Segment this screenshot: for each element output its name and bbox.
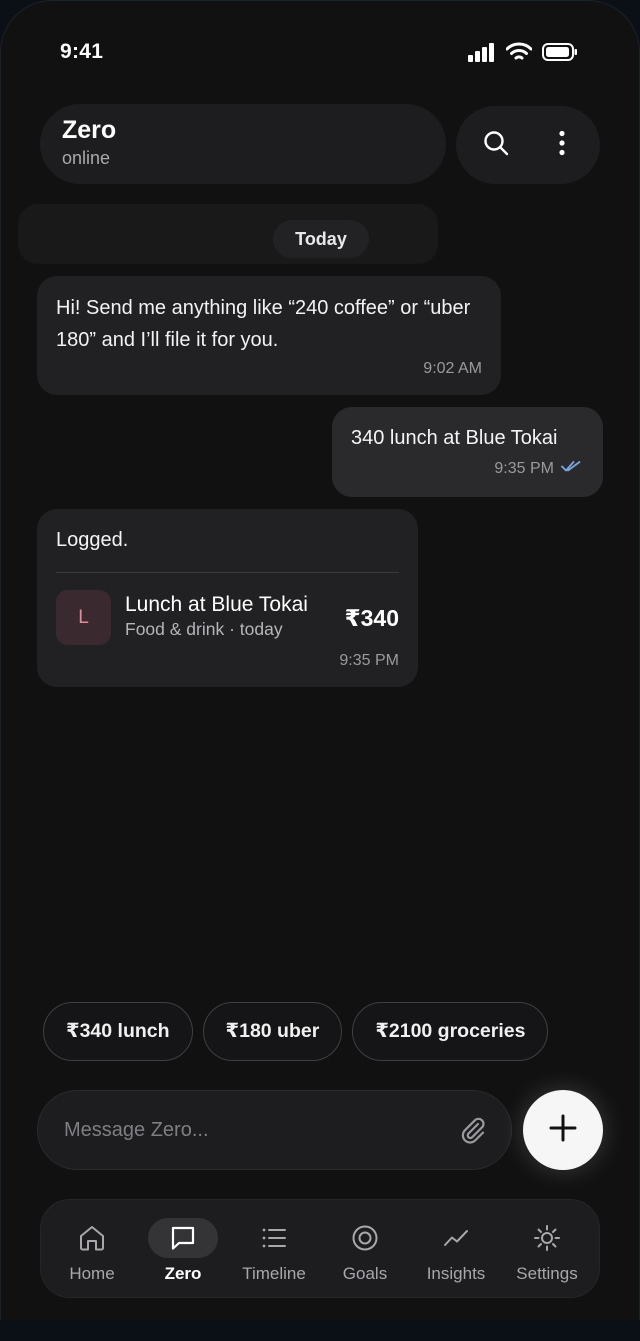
header-actions: [456, 106, 600, 184]
message-bubble-outgoing[interactable]: 340 lunch at Blue Tokai 9:35 PM: [332, 407, 603, 497]
message-time: 9:35 PM: [339, 652, 399, 669]
nav-item-goals[interactable]: Goals: [320, 1200, 410, 1299]
message-time: 9:35 PM: [494, 459, 554, 477]
quick-suggestions: ₹340 lunch ₹180 uber ₹2100 groceries: [43, 1002, 549, 1061]
trend-icon: [421, 1218, 491, 1258]
status-bar: 9:41: [0, 0, 640, 100]
message-bubble-expense-card[interactable]: Logged. L Lunch at Blue Tokai Food & dri…: [37, 509, 418, 687]
contact-status: online: [62, 148, 111, 168]
nav-label: Zero: [164, 1264, 202, 1283]
status-time: 9:41: [60, 40, 104, 63]
chat-header[interactable]: Zero online: [40, 104, 446, 184]
add-expense-button[interactable]: [523, 1090, 603, 1170]
list-icon: [239, 1218, 309, 1258]
search-icon: [482, 129, 510, 162]
message-text: Hi! Send me anything like “240 coffee” o…: [56, 297, 471, 351]
status-icons: [468, 42, 578, 62]
chat-icon: [148, 1218, 218, 1258]
battery-icon: [542, 42, 578, 62]
chat-top-shade: [18, 204, 438, 264]
phone-screen: 9:41 Zero online Today Hi! Send me anyth…: [0, 0, 640, 1341]
nav-item-timeline[interactable]: Timeline: [229, 1200, 319, 1299]
nav-label: Goals: [342, 1264, 388, 1283]
nav-item-home[interactable]: Home: [47, 1200, 137, 1299]
card-divider: [56, 572, 399, 573]
plus-icon: [548, 1113, 578, 1148]
expense-amount: ₹340: [344, 605, 399, 631]
signal-icon: [468, 42, 496, 62]
nav-item-settings[interactable]: Settings: [502, 1200, 592, 1299]
contact-name: Zero: [62, 116, 117, 144]
date-divider: Today: [273, 220, 369, 258]
suggestion-chip[interactable]: ₹2100 groceries: [352, 1002, 549, 1061]
suggestion-chip[interactable]: ₹180 uber: [202, 1002, 343, 1061]
expense-title: Lunch at Blue Tokai: [125, 593, 308, 616]
home-icon: [57, 1218, 127, 1258]
search-button[interactable]: [474, 123, 518, 167]
message-bubble-incoming[interactable]: Hi! Send me anything like “240 coffee” o…: [37, 276, 501, 395]
message-composer: [37, 1090, 512, 1170]
target-icon: [330, 1218, 400, 1258]
message-meta: 9:35 PM: [494, 459, 581, 478]
more-vertical-icon: [558, 130, 566, 161]
nav-label: Settings: [516, 1264, 578, 1283]
more-options-button[interactable]: [540, 123, 584, 167]
nav-label: Home: [69, 1264, 115, 1283]
screen-bottom-edge: [0, 1320, 640, 1341]
double-check-icon: [561, 459, 581, 478]
nav-item-zero[interactable]: Zero: [138, 1200, 228, 1299]
expense-avatar: L: [56, 590, 111, 645]
suggestion-chip[interactable]: ₹340 lunch: [43, 1002, 193, 1061]
attach-button[interactable]: [457, 1115, 489, 1147]
nav-label: Insights: [426, 1264, 486, 1283]
wifi-icon: [506, 42, 532, 62]
paperclip-icon: [457, 1117, 489, 1151]
message-text: Logged.: [56, 529, 129, 551]
nav-label: Timeline: [242, 1264, 306, 1283]
message-input[interactable]: [64, 1091, 444, 1169]
bottom-navigation: Home Zero Timeline Goals Insights Settin…: [40, 1199, 600, 1298]
message-text: 340 lunch at Blue Tokai: [351, 427, 558, 449]
nav-item-insights[interactable]: Insights: [411, 1200, 501, 1299]
message-time: 9:02 AM: [423, 360, 482, 377]
expense-subtitle: Food & drink · today: [125, 619, 283, 639]
sun-gear-icon: [512, 1218, 582, 1258]
